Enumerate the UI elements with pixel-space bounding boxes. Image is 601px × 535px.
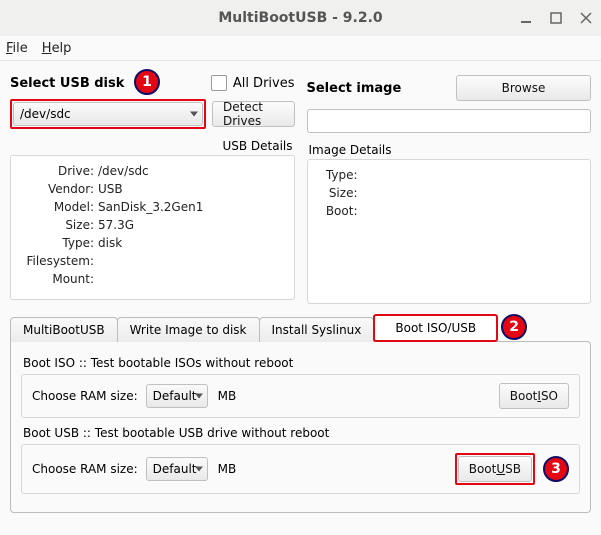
chevron-down-icon <box>195 467 203 472</box>
boot-iso-group: Choose RAM size: Default MB Boot ISO <box>21 374 580 418</box>
usb-combo-highlight: /dev/sdc <box>10 99 206 129</box>
img-detail-type <box>362 168 583 182</box>
select-image-label: Select image <box>307 81 402 96</box>
content: Select USB disk All Drives /dev/sdc <box>0 61 601 523</box>
detail-mount <box>98 272 286 286</box>
boot-iso-button[interactable]: Boot ISO <box>499 383 569 409</box>
boot-usb-button[interactable]: Boot USB <box>458 456 532 482</box>
boot-usb-group: Choose RAM size: Default MB Boot USB 3 <box>21 444 580 494</box>
boot-usb-title: Boot USB :: Test bootable USB drive with… <box>23 426 580 440</box>
detail-filesystem <box>98 254 286 268</box>
image-path-input[interactable] <box>307 109 592 133</box>
tab-content: Boot ISO :: Test bootable ISOs without r… <box>10 341 591 513</box>
detail-type: disk <box>98 236 286 250</box>
tab-install-syslinux[interactable]: Install Syslinux <box>259 317 375 342</box>
ram-combo-usb[interactable]: Default <box>146 457 208 481</box>
boot-usb-highlight: Boot USB <box>455 453 535 485</box>
detail-model: SanDisk_3.2Gen1 <box>98 200 286 214</box>
minimize-icon[interactable] <box>511 0 541 36</box>
menubar: File Help <box>0 36 601 61</box>
usb-details-label: USB Details <box>10 139 293 153</box>
detail-vendor: USB <box>98 182 286 196</box>
usb-disk-combo[interactable]: /dev/sdc <box>13 102 203 126</box>
tab-bar: MultiBootUSB Write Image to disk Install… <box>10 314 591 342</box>
select-usb-label: Select USB disk <box>10 76 124 91</box>
ram-combo-iso[interactable]: Default <box>146 384 208 408</box>
window: MultiBootUSB - 9.2.0 File Help Select US… <box>0 0 601 535</box>
image-details-label: Image Details <box>309 143 592 157</box>
boot-iso-title: Boot ISO :: Test bootable ISOs without r… <box>23 356 580 370</box>
all-drives-checkbox[interactable] <box>211 75 227 91</box>
chevron-down-icon <box>195 394 203 399</box>
ram-label-usb: Choose RAM size: <box>32 462 138 476</box>
mb-label-usb: MB <box>218 462 237 476</box>
badge-1: 1 <box>134 69 160 95</box>
close-icon[interactable] <box>571 0 601 36</box>
detect-drives-button[interactable]: Detect Drives <box>212 101 295 127</box>
detail-drive: /dev/sdc <box>98 164 286 178</box>
badge-3: 3 <box>543 456 569 482</box>
detail-size: 57.3G <box>98 218 286 232</box>
maximize-icon[interactable] <box>541 0 571 36</box>
chevron-down-icon <box>190 112 198 117</box>
titlebar: MultiBootUSB - 9.2.0 <box>0 0 601 36</box>
img-detail-size <box>362 186 583 200</box>
tab-multibootusb[interactable]: MultiBootUSB <box>10 317 118 342</box>
menu-help[interactable]: Help <box>42 41 72 56</box>
window-buttons <box>511 0 601 36</box>
browse-button[interactable]: Browse <box>456 75 591 101</box>
tab-write-image[interactable]: Write Image to disk <box>117 317 260 342</box>
menu-file[interactable]: File <box>6 41 28 56</box>
window-title: MultiBootUSB - 9.2.0 <box>218 10 382 26</box>
badge-2: 2 <box>501 314 527 340</box>
all-drives-label: All Drives <box>233 76 295 91</box>
img-detail-boot <box>362 204 583 218</box>
tab-boot-iso-usb[interactable]: Boot ISO/USB <box>373 314 498 342</box>
image-details-box: Type: Size: Boot: <box>307 159 592 304</box>
usb-details-box: Drive:/dev/sdc Vendor:USB Model:SanDisk_… <box>10 155 295 300</box>
usb-disk-value: /dev/sdc <box>20 107 71 121</box>
mb-label-iso: MB <box>218 389 237 403</box>
ram-label-iso: Choose RAM size: <box>32 389 138 403</box>
